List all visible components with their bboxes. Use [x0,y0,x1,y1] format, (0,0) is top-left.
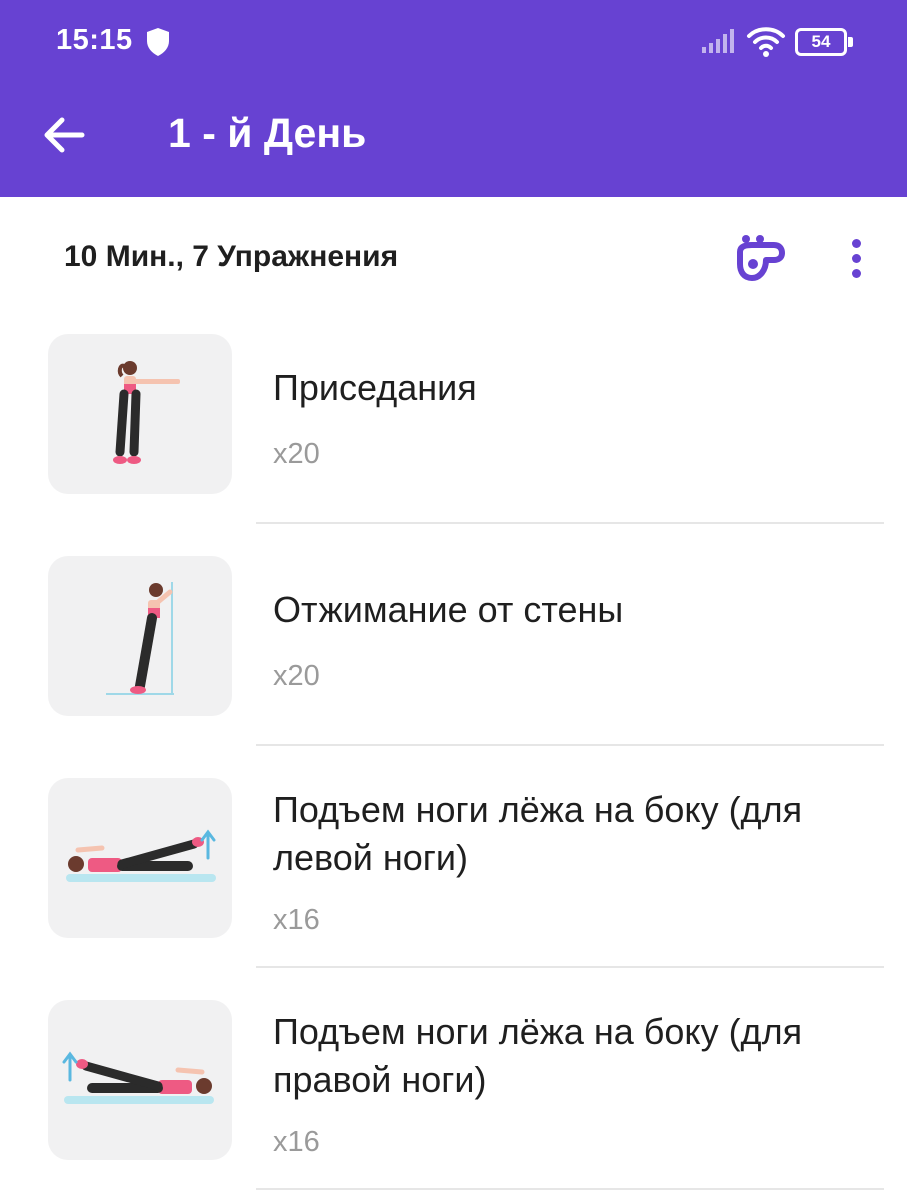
exercise-reps: x20 [273,660,320,692]
more-options-icon[interactable] [834,232,878,284]
wall-pushup-figure-icon [106,582,174,695]
exercise-thumbnail [48,1000,232,1160]
coach-whistle-icon[interactable] [730,230,786,286]
exercise-name: Подъем ноги лёжа на боку (для левой ноги… [273,789,803,878]
exercise-thumbnail [48,778,232,938]
battery-indicator: 54 [795,28,855,56]
exercise-item[interactable]: Подъем ноги лёжа на боку (для правой ног… [0,966,907,1190]
app-bar: 15:15 54 1 - й День [0,0,907,197]
exercise-item[interactable]: Отжимание от стены x20 [0,522,907,746]
exercise-reps: x16 [273,1126,320,1158]
exercise-item[interactable]: Подъем ноги лёжа на боку (для левой ноги… [0,744,907,968]
exercise-reps: x16 [273,904,320,936]
exercise-name: Подъем ноги лёжа на боку (для правой ног… [273,1011,803,1100]
divider [256,1188,884,1190]
exercise-item[interactable]: Приседания x20 [0,300,907,524]
squat-figure-icon [113,361,180,464]
exercise-reps: x20 [273,438,320,470]
shield-icon [147,28,169,56]
exercise-name: Приседания [273,367,477,408]
page-title: 1 - й День [168,110,367,156]
side-leg-raise-right-figure-icon [62,1051,214,1104]
exercise-thumbnail [48,556,232,716]
battery-level: 54 [811,32,831,51]
workout-summary: 10 Мин., 7 Упражнения [64,240,399,273]
signal-icon [702,29,734,53]
status-time: 15:15 [56,24,133,56]
exercise-thumbnail [48,334,232,494]
exercise-name: Отжимание от стены [273,589,624,630]
back-arrow-icon[interactable] [36,106,94,164]
status-bar: 15:15 54 [0,0,907,88]
wifi-icon [747,27,785,57]
side-leg-raise-left-figure-icon [66,829,216,882]
